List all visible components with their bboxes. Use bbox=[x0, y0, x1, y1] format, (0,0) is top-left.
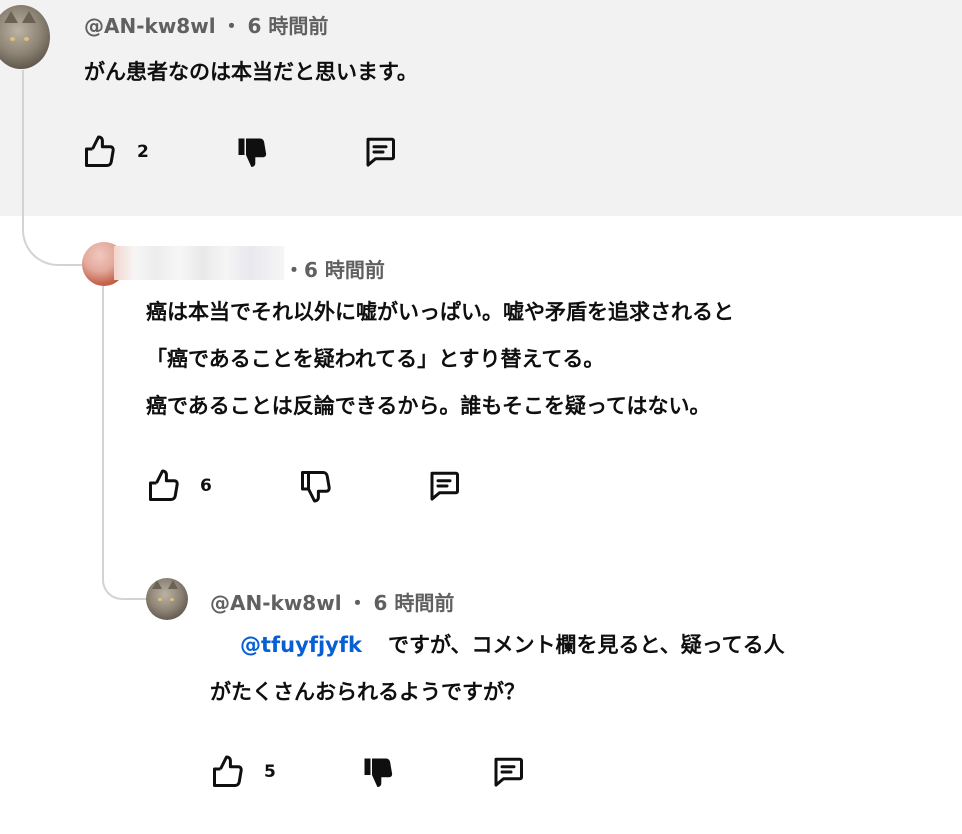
comment-author[interactable]: @AN-kw8wl bbox=[84, 14, 216, 38]
comment-time[interactable]: 6 時間前 bbox=[374, 591, 455, 615]
reply-button[interactable] bbox=[422, 464, 466, 508]
like-button[interactable] bbox=[78, 130, 122, 174]
dislike-button[interactable] bbox=[230, 130, 274, 174]
reply-icon bbox=[430, 471, 459, 501]
comment-header: ・6 時間前 bbox=[284, 254, 385, 283]
reply-button[interactable] bbox=[486, 750, 530, 794]
reply-button[interactable] bbox=[358, 130, 402, 174]
comment-header: @AN-kw8wl ・ 6 時間前 bbox=[84, 10, 328, 39]
like-count: 2 bbox=[137, 142, 149, 162]
comment-text: @tfuyfjyfk ですが、コメント欄を見ると、疑ってる人 がたくさんおられるよ… bbox=[210, 622, 785, 716]
comment-header: @AN-kw8wl ・ 6 時間前 bbox=[210, 587, 454, 616]
thumb-up-icon bbox=[85, 135, 115, 167]
redacted-author bbox=[114, 246, 284, 280]
reply-icon bbox=[494, 757, 523, 787]
comment-text-line: 癌は本当でそれ以外に嘘がいっぱい。嘘や矛盾を追求されると bbox=[146, 300, 734, 324]
separator-dot: ・ bbox=[221, 14, 242, 38]
comment-text-line: 「癌であることを疑われてる」とすり替えてる。 bbox=[146, 347, 605, 371]
separator-dot: ・ bbox=[347, 591, 368, 615]
dislike-button[interactable] bbox=[294, 464, 338, 508]
like-count: 5 bbox=[264, 762, 276, 782]
comment-text: がん患者なのは本当だと思います。 bbox=[84, 49, 418, 96]
reply-icon bbox=[366, 137, 395, 167]
thumb-up-icon bbox=[149, 469, 179, 501]
mention-link[interactable]: @tfuyfjyfk bbox=[240, 633, 362, 657]
dislike-button[interactable] bbox=[356, 750, 400, 794]
like-button[interactable] bbox=[206, 750, 250, 794]
comment-text-line: がん患者なのは本当だと思います。 bbox=[84, 60, 418, 84]
thumb-down-icon bbox=[301, 471, 331, 503]
avatar[interactable] bbox=[146, 578, 188, 620]
like-count: 6 bbox=[200, 476, 212, 496]
thumb-down-icon bbox=[238, 138, 267, 167]
comment-time[interactable]: 6 時間前 bbox=[248, 14, 329, 38]
separator-dot: ・ bbox=[284, 258, 304, 282]
comment-text-line: がたくさんおられるようですが？ bbox=[210, 680, 525, 704]
comment-text: 癌は本当でそれ以外に嘘がいっぱい。嘘や矛盾を追求されると 「癌であることを疑われ… bbox=[146, 289, 734, 430]
thumb-up-icon bbox=[213, 755, 243, 787]
comment-time[interactable]: 6 時間前 bbox=[304, 258, 385, 282]
like-button[interactable] bbox=[142, 464, 186, 508]
comment-text-line: @tfuyfjyfk ですが、コメント欄を見ると、疑ってる人 bbox=[210, 622, 785, 669]
comment-text-fragment: ですが、コメント欄を見ると、疑ってる人 bbox=[387, 633, 785, 657]
thumb-down-icon bbox=[364, 758, 393, 787]
comment-author[interactable]: @AN-kw8wl bbox=[210, 591, 342, 615]
reply-thread-connector-line bbox=[102, 282, 152, 600]
comment-text-line: 癌であることは反論できるから。誰もそこを疑ってはない。 bbox=[146, 394, 711, 418]
